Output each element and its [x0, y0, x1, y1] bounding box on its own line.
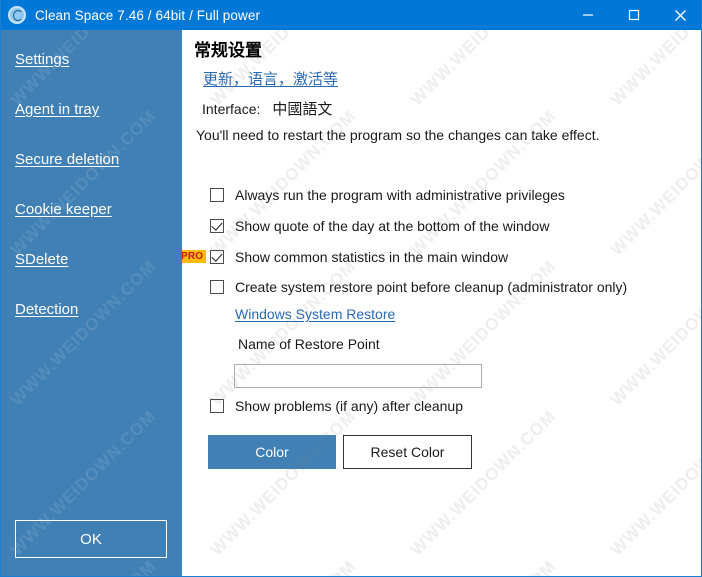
sidebar-item-detection[interactable]: Detection	[15, 301, 78, 318]
windows-system-restore-link[interactable]: Windows System Restore	[235, 306, 395, 322]
window-title: Clean Space 7.46 / 64bit / Full power	[35, 7, 261, 23]
ok-button[interactable]: OK	[15, 520, 167, 558]
checkbox-row-show-problems[interactable]: Show problems (if any) after cleanup	[210, 398, 463, 414]
checkbox-row-show-statistics[interactable]: PRO Show common statistics in the main w…	[182, 249, 509, 265]
checkbox-label: Show common statistics in the main windo…	[235, 249, 509, 265]
checkbox-show-quote[interactable]	[210, 219, 224, 233]
maximize-icon[interactable]	[611, 0, 657, 30]
checkbox-label: Show quote of the day at the bottom of t…	[235, 218, 550, 234]
checkbox-create-restore-point[interactable]	[210, 280, 224, 294]
sidebar-item-settings[interactable]: Settings	[15, 51, 69, 68]
title-bar: Clean Space 7.46 / 64bit / Full power	[1, 0, 701, 30]
sidebar-item-secure-deletion[interactable]: Secure deletion	[15, 151, 119, 168]
checkbox-label: Show problems (if any) after cleanup	[235, 398, 463, 414]
pro-badge: PRO	[182, 250, 207, 263]
color-button[interactable]: Color	[208, 435, 336, 469]
checkbox-label: Always run the program with administrati…	[235, 187, 565, 203]
checkbox-label: Create system restore point before clean…	[235, 279, 628, 295]
sidebar-item-cookie-keeper[interactable]: Cookie keeper	[15, 201, 112, 218]
application-window: Clean Space 7.46 / 64bit / Full power Se…	[0, 0, 702, 577]
close-icon[interactable]	[657, 0, 701, 30]
window-controls	[565, 0, 701, 30]
checkbox-row-create-restore-point[interactable]: Create system restore point before clean…	[210, 279, 627, 295]
interface-value: 中國語文	[272, 100, 333, 118]
main-content: 常规设置 更新，语言，激活等 Interface: 中國語文 You'll nee…	[182, 30, 701, 576]
checkbox-show-statistics[interactable]	[210, 250, 224, 264]
checkbox-row-admin-privileges[interactable]: Always run the program with administrati…	[210, 187, 565, 203]
interface-row: Interface: 中國語文	[202, 98, 332, 119]
checkbox-row-show-quote[interactable]: Show quote of the day at the bottom of t…	[210, 218, 549, 234]
reset-color-button[interactable]: Reset Color	[343, 435, 472, 469]
update-language-activation-link[interactable]: 更新，语言，激活等	[203, 68, 338, 89]
sidebar-item-agent-in-tray[interactable]: Agent in tray	[15, 101, 99, 118]
minimize-icon[interactable]	[565, 0, 611, 30]
checkbox-show-problems[interactable]	[210, 399, 224, 413]
restore-point-name-label: Name of Restore Point	[238, 336, 380, 352]
sidebar: Settings Agent in tray Secure deletion C…	[1, 30, 182, 576]
sidebar-item-sdelete[interactable]: SDelete	[15, 251, 68, 268]
checkbox-admin-privileges[interactable]	[210, 188, 224, 202]
restart-note: You'll need to restart the program so th…	[196, 127, 600, 143]
restore-point-name-input[interactable]	[234, 364, 482, 388]
page-title: 常规设置	[194, 41, 262, 61]
app-logo-icon	[8, 6, 26, 24]
interface-label: Interface:	[202, 101, 261, 117]
